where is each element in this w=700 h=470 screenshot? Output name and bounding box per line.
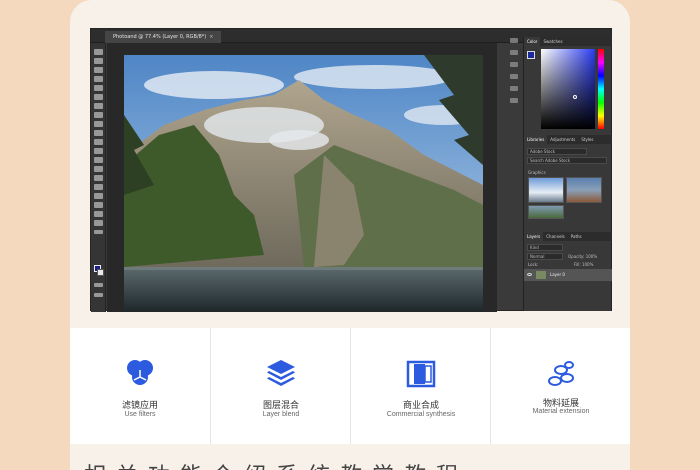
more-tools-icon[interactable] [94, 230, 103, 234]
fill-field[interactable]: Fill: 100% [574, 262, 593, 267]
hue-slider[interactable] [598, 49, 604, 129]
library-graphic-thumb[interactable] [566, 177, 602, 203]
tab-paths[interactable]: Paths [568, 234, 585, 239]
pen-tool-icon[interactable] [94, 175, 103, 181]
quick-select-tool-icon[interactable] [94, 76, 103, 82]
background-color-swatch[interactable] [97, 269, 104, 276]
canvas-image[interactable] [124, 55, 483, 311]
tab-styles[interactable]: Styles [578, 137, 596, 142]
libraries-panel-tabs: Libraries Adjustments Styles [524, 135, 612, 144]
lasso-tool-icon[interactable] [94, 67, 103, 73]
tab-color[interactable]: Color [524, 37, 541, 46]
marquee-tool-icon[interactable] [94, 58, 103, 64]
eraser-tool-icon[interactable] [94, 139, 103, 145]
eye-icon[interactable] [527, 273, 532, 276]
history-panel-icon[interactable] [510, 38, 518, 43]
hand-tool-icon[interactable] [94, 211, 103, 217]
right-panels: Color Swatches Libraries Adjustments Styles… [523, 37, 612, 311]
layer-thumbnail [536, 271, 546, 279]
library-search-input[interactable]: Search Adobe Stock [527, 157, 607, 164]
type-tool-icon[interactable] [94, 184, 103, 190]
crop-tool-icon[interactable] [94, 85, 103, 91]
document-tab[interactable]: Photoand @ 77.4% (Layer 0, RGB/8*) × [105, 31, 222, 43]
feature-material-extension: 物料延展 Material extension [490, 328, 630, 444]
filter-circles-icon [127, 360, 153, 385]
eyedropper-tool-icon[interactable] [94, 94, 103, 100]
glyphs-panel-icon[interactable] [510, 98, 518, 103]
dodge-tool-icon[interactable] [94, 166, 103, 172]
layer-row[interactable]: Layer 0 [524, 269, 612, 281]
feature-subtitle: Commercial synthesis [386, 411, 456, 418]
properties-panel-icon[interactable] [510, 50, 518, 55]
layers-panel-tabs: Layers Channels Paths [524, 232, 612, 241]
feature-use-filters: 滤镜应用 Use filters [70, 328, 210, 444]
layers-stack-icon [266, 360, 295, 386]
history-brush-tool-icon[interactable] [94, 130, 103, 136]
library-select[interactable]: Adobe Stock [527, 148, 587, 155]
screen-mode-icon[interactable] [94, 293, 103, 297]
blend-mode-select[interactable]: Normal [527, 253, 563, 260]
feature-layer-blend: 图层混合 Layer blend [210, 328, 350, 444]
move-tool-icon[interactable] [94, 49, 103, 55]
healing-brush-tool-icon[interactable] [94, 103, 103, 109]
tab-layers[interactable]: Layers [524, 232, 544, 241]
feature-strip: 滤镜应用 Use filters 图层混合 Layer blend 商业合成 C… [70, 328, 630, 444]
feature-title: 图层混合 [262, 401, 299, 411]
lock-label: Lock: [528, 262, 539, 267]
layer-filter-select[interactable]: Kind [527, 244, 563, 251]
tab-libraries[interactable]: Libraries [524, 135, 548, 144]
path-select-tool-icon[interactable] [94, 193, 103, 199]
tab-channels[interactable]: Channels [543, 234, 568, 239]
section-heading: 相关功能介绍系统教学教程 [84, 458, 624, 470]
document-tab-title: Photoand @ 77.4% (Layer 0, RGB/8*) [113, 34, 207, 40]
blur-tool-icon[interactable] [94, 157, 103, 163]
clone-stamp-tool-icon[interactable] [94, 121, 103, 127]
rectangle-tool-icon[interactable] [94, 202, 103, 208]
color-picker-field[interactable] [541, 49, 595, 129]
layer-name: Layer 0 [550, 272, 565, 277]
brush-settings-icon[interactable] [510, 62, 518, 67]
feature-subtitle: Layer blend [262, 411, 300, 418]
color-picker-cursor[interactable] [573, 95, 577, 99]
feature-subtitle: Use filters [124, 411, 156, 418]
material-stack-icon [547, 361, 574, 386]
character-panel-icon[interactable] [510, 74, 518, 79]
opacity-field[interactable]: Opacity: 100% [568, 254, 597, 259]
tools-panel [91, 43, 106, 312]
mountain-lake-image [124, 55, 483, 311]
feature-title: 滤镜应用 [121, 401, 158, 411]
library-graphic-thumb[interactable] [528, 177, 564, 203]
library-graphic-thumb[interactable] [528, 205, 564, 219]
color-panel-swatch[interactable] [527, 51, 535, 59]
tab-adjustments[interactable]: Adjustments [547, 137, 578, 142]
quick-mask-icon[interactable] [94, 283, 103, 287]
brush-tool-icon[interactable] [94, 112, 103, 118]
close-icon[interactable]: × [209, 34, 213, 40]
color-panel-tabs: Color Swatches [524, 37, 612, 46]
feature-title: 商业合成 [402, 401, 439, 411]
paragraph-panel-icon[interactable] [510, 86, 518, 91]
feature-subtitle: Material extension [532, 408, 590, 415]
panel-icon-strip [508, 36, 520, 136]
gradient-tool-icon[interactable] [94, 148, 103, 154]
zoom-tool-icon[interactable] [94, 220, 103, 226]
composite-frames-icon [406, 360, 435, 388]
tab-swatches[interactable]: Swatches [540, 39, 565, 44]
graphics-label: Graphics [528, 170, 546, 175]
feature-commercial-synthesis: 商业合成 Commercial synthesis [350, 328, 490, 444]
